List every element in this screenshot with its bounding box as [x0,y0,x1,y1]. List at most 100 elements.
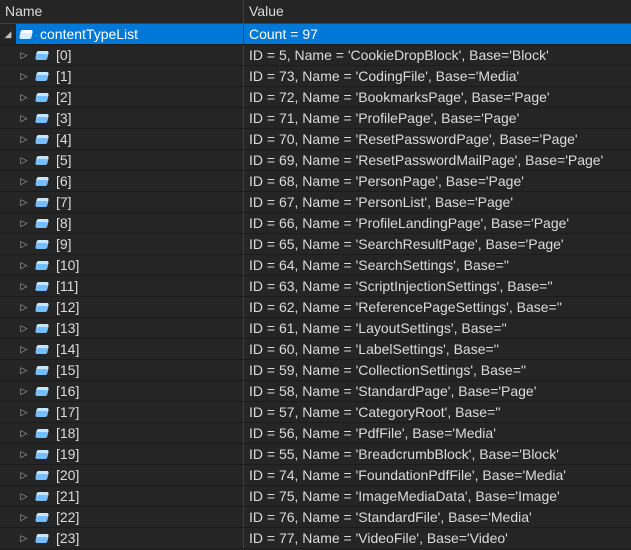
watch-row[interactable]: ▷ [15] ID = 59, Name = 'CollectionSettings… [0,360,631,381]
expand-triangle-icon[interactable]: ▷ [16,276,32,296]
expand-triangle-icon[interactable]: ▷ [16,171,32,191]
item-index: [4] [56,131,72,147]
watch-row[interactable]: ▷ [21] ID = 75, Name = 'ImageMediaData', B… [0,486,631,507]
item-index: [20] [56,467,80,483]
watch-row[interactable]: ▷ [22] ID = 76, Name = 'StandardFile', Bas… [0,507,631,528]
watch-row-root[interactable]: ◢ contentTypeList Count = 97 [0,24,631,45]
watch-row[interactable]: ▷ [16] ID = 58, Name = 'StandardPage', Bas… [0,381,631,402]
watch-row[interactable]: ▷ [14] ID = 60, Name = 'LabelSettings', Ba… [0,339,631,360]
item-value: ID = 68, Name = 'PersonPage', Base='Page… [249,173,524,189]
expand-triangle-icon[interactable]: ▷ [16,129,32,149]
watch-row[interactable]: ▷ [20] ID = 74, Name = 'FoundationPdfFile'… [0,465,631,486]
item-index: [15] [56,362,80,378]
item-value: ID = 66, Name = 'ProfileLandingPage', Ba… [249,215,570,231]
expand-triangle-icon[interactable]: ▷ [16,465,32,485]
watch-row[interactable]: ▷ [23] ID = 77, Name = 'VideoFile', Base='… [0,528,631,549]
expand-triangle-icon[interactable]: ▷ [16,402,32,422]
object-icon [35,155,49,165]
watch-row[interactable]: ▷ [17] ID = 57, Name = 'CategoryRoot', Bas… [0,402,631,423]
watch-row[interactable]: ▷ [8] ID = 66, Name = 'ProfileLandingPage'… [0,213,631,234]
item-index: [7] [56,194,72,210]
object-icon [35,533,49,543]
object-icon [35,344,49,354]
item-index: [1] [56,68,72,84]
expand-triangle-icon[interactable]: ▷ [16,507,32,527]
watch-row[interactable]: ▷ [19] ID = 55, Name = 'BreadcrumbBlock', … [0,444,631,465]
item-index: [5] [56,152,72,168]
expand-triangle-icon[interactable]: ▷ [16,234,32,254]
watch-row[interactable]: ▷ [7] ID = 67, Name = 'PersonList', Base='… [0,192,631,213]
item-value: ID = 61, Name = 'LayoutSettings', Base='… [249,320,507,336]
object-icon [19,29,33,39]
column-header: Name Value [0,0,631,24]
object-icon [35,491,49,501]
expand-triangle-icon[interactable]: ▷ [16,150,32,170]
watch-row[interactable]: ▷ [18] ID = 56, Name = 'PdfFile', Base='Me… [0,423,631,444]
object-icon [35,365,49,375]
watch-row[interactable]: ▷ [4] ID = 70, Name = 'ResetPasswordPage',… [0,129,631,150]
item-value: ID = 69, Name = 'ResetPasswordMailPage',… [249,152,604,168]
object-icon [35,470,49,480]
item-index: [19] [56,446,80,462]
watch-row[interactable]: ▷ [2] ID = 72, Name = 'BookmarksPage', Bas… [0,87,631,108]
watch-row[interactable]: ▷ [3] ID = 71, Name = 'ProfilePage', Base=… [0,108,631,129]
expand-triangle-icon[interactable]: ▷ [16,423,32,443]
expand-triangle-icon[interactable]: ▷ [16,339,32,359]
watch-row[interactable]: ▷ [10] ID = 64, Name = 'SearchSettings', B… [0,255,631,276]
expand-triangle-icon[interactable]: ▷ [16,381,32,401]
item-value: ID = 71, Name = 'ProfilePage', Base='Pag… [249,110,520,126]
column-header-value[interactable]: Value [244,0,284,23]
watch-row[interactable]: ▷ [0] ID = 5, Name = 'CookieDropBlock', Ba… [0,45,631,66]
expand-triangle-icon[interactable]: ▷ [16,486,32,506]
object-icon [35,512,49,522]
watch-row[interactable]: ▷ [13] ID = 61, Name = 'LayoutSettings', B… [0,318,631,339]
watch-row[interactable]: ▷ [11] ID = 63, Name = 'ScriptInjectionSet… [0,276,631,297]
expand-triangle-icon[interactable]: ▷ [16,108,32,128]
object-icon [35,92,49,102]
item-value: ID = 57, Name = 'CategoryRoot', Base='' [249,404,501,420]
item-value: ID = 62, Name = 'ReferencePageSettings',… [249,299,563,315]
variable-value: Count = 97 [244,24,631,44]
watch-row[interactable]: ▷ [12] ID = 62, Name = 'ReferencePageSetti… [0,297,631,318]
object-icon [35,281,49,291]
item-index: [6] [56,173,72,189]
item-value: ID = 58, Name = 'StandardPage', Base='Pa… [249,383,537,399]
item-index: [9] [56,236,72,252]
expand-triangle-icon[interactable]: ▷ [16,255,32,275]
expand-triangle-icon[interactable]: ▷ [16,528,32,548]
expand-triangle-icon[interactable]: ▷ [16,66,32,86]
watch-row[interactable]: ▷ [5] ID = 69, Name = 'ResetPasswordMailPa… [0,150,631,171]
item-index: [17] [56,404,80,420]
variable-name: contentTypeList [40,26,139,42]
watch-row[interactable]: ▷ [6] ID = 68, Name = 'PersonPage', Base='… [0,171,631,192]
expand-triangle-icon[interactable]: ▷ [16,444,32,464]
watch-item-list: ▷ [0] ID = 5, Name = 'CookieDropBlock', Ba… [0,45,631,549]
item-index: [14] [56,341,80,357]
item-index: [16] [56,383,80,399]
item-value: ID = 63, Name = 'ScriptInjectionSettings… [249,278,553,294]
object-icon [35,71,49,81]
object-icon [35,407,49,417]
object-icon [35,134,49,144]
item-value: ID = 72, Name = 'BookmarksPage', Base='P… [249,89,550,105]
watch-row[interactable]: ▷ [9] ID = 65, Name = 'SearchResultPage', … [0,234,631,255]
expand-triangle-icon[interactable]: ▷ [16,192,32,212]
expand-triangle-icon[interactable]: ▷ [16,318,32,338]
watch-row[interactable]: ▷ [1] ID = 73, Name = 'CodingFile', Base='… [0,66,631,87]
expand-triangle-icon[interactable]: ▷ [16,360,32,380]
item-value: ID = 65, Name = 'SearchResultPage', Base… [249,236,564,252]
item-index: [10] [56,257,80,273]
item-index: [11] [56,278,79,294]
collapse-triangle-icon[interactable]: ◢ [0,24,16,44]
expand-triangle-icon[interactable]: ▷ [16,297,32,317]
expand-triangle-icon[interactable]: ▷ [16,45,32,65]
object-icon [35,113,49,123]
item-index: [23] [56,530,80,546]
column-header-name[interactable]: Name [0,0,244,23]
expand-triangle-icon[interactable]: ▷ [16,87,32,107]
object-icon [35,386,49,396]
item-index: [3] [56,110,72,126]
object-icon [35,449,49,459]
object-icon [35,218,49,228]
expand-triangle-icon[interactable]: ▷ [16,213,32,233]
